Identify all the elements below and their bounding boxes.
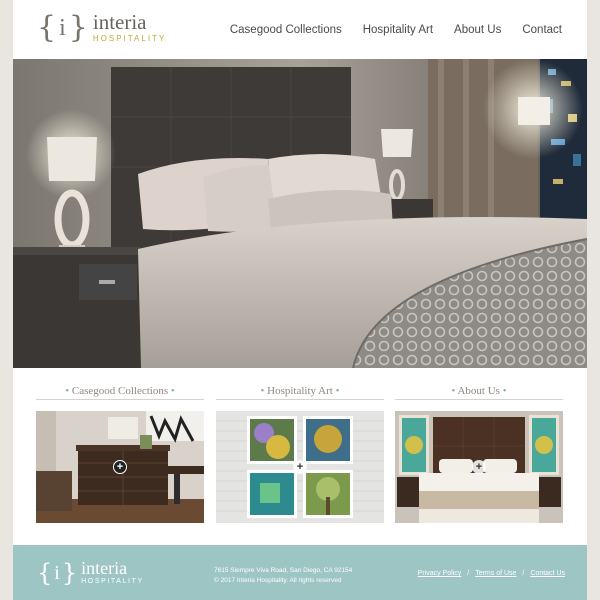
logo-words: interia HOSPITALITY	[81, 559, 144, 587]
section-about-us: • About Us • +	[395, 384, 563, 523]
section-divider	[36, 399, 204, 400]
contact-us-link[interactable]: Contact Us	[530, 570, 565, 577]
section-title-text: Casegood Collections	[71, 385, 169, 397]
expand-plus-icon: +	[113, 460, 127, 474]
section-hospitality-art: • Hospitality Art • +	[216, 384, 384, 523]
logo-name: interia	[92, 9, 147, 34]
link-separator: /	[522, 570, 525, 577]
section-title-text: Hospitality Art	[267, 385, 333, 397]
footer-logo[interactable]: { i } interia HOSPITALITY	[37, 559, 144, 587]
section-title: • Hospitality Art •	[216, 384, 384, 398]
hospitality-art-thumbnail[interactable]: +	[216, 411, 384, 523]
title-dot-right: •	[170, 385, 175, 397]
nav-about-us[interactable]: About Us	[454, 24, 501, 36]
expand-plus-icon: +	[293, 460, 307, 474]
link-separator: /	[467, 570, 470, 577]
page: { i } interia HOSPITALITY Casegood Colle…	[13, 0, 587, 600]
logo-brace-close: }	[68, 10, 88, 45]
footer-links: Privacy Policy / Terms of Use / Contact …	[418, 570, 565, 577]
privacy-policy-link[interactable]: Privacy Policy	[418, 570, 462, 577]
hero-image	[13, 59, 587, 368]
footer-address: 7615 Siempre Viva Road, San Diego, CA 92…	[214, 566, 352, 586]
logo-tagline: HOSPITALITY	[92, 33, 167, 43]
section-divider	[216, 399, 384, 400]
footer: { i } interia HOSPITALITY 7615 Siempre V…	[13, 545, 587, 600]
section-divider	[395, 399, 563, 400]
nav-contact[interactable]: Contact	[522, 24, 562, 36]
main-nav: Casegood Collections Hospitality Art Abo…	[230, 24, 562, 36]
nav-casegood-collections[interactable]: Casegood Collections	[230, 24, 342, 36]
logo-brace-open: {	[37, 559, 53, 587]
logo-brace-close: }	[61, 559, 78, 587]
section-title: • Casegood Collections •	[36, 384, 204, 398]
about-us-thumbnail[interactable]: +	[395, 411, 563, 523]
address-line: 7615 Siempre Viva Road, San Diego, CA 92…	[214, 567, 353, 574]
section-title: • About Us •	[395, 384, 563, 398]
logo-words: interia HOSPITALITY	[92, 9, 167, 45]
section-title-text: About Us	[457, 385, 500, 397]
copyright-text: © 2017 Interia Hospitality. All rights r…	[214, 577, 342, 584]
brand-logo[interactable]: { i } interia HOSPITALITY	[37, 8, 166, 48]
title-dot-left: •	[451, 385, 456, 397]
header: { i } interia HOSPITALITY Casegood Colle…	[13, 0, 587, 59]
logo-name: interia	[81, 558, 128, 578]
title-dot-right: •	[335, 385, 340, 397]
logo-letter: i	[54, 561, 60, 584]
title-dot-left: •	[260, 385, 265, 397]
nav-hospitality-art[interactable]: Hospitality Art	[363, 24, 433, 36]
hotel-bedroom-illustration	[13, 59, 587, 368]
logo-brace-open: {	[37, 10, 57, 45]
title-dot-right: •	[502, 385, 507, 397]
expand-plus-icon: +	[472, 460, 486, 474]
terms-of-use-link[interactable]: Terms of Use	[475, 570, 516, 577]
logo-tagline: HOSPITALITY	[81, 578, 144, 585]
casegood-collections-thumbnail[interactable]: +	[36, 411, 204, 523]
title-dot-left: •	[65, 385, 70, 397]
section-casegood-collections: • Casegood Collections • +	[36, 384, 204, 523]
logo-letter: i	[59, 14, 66, 41]
